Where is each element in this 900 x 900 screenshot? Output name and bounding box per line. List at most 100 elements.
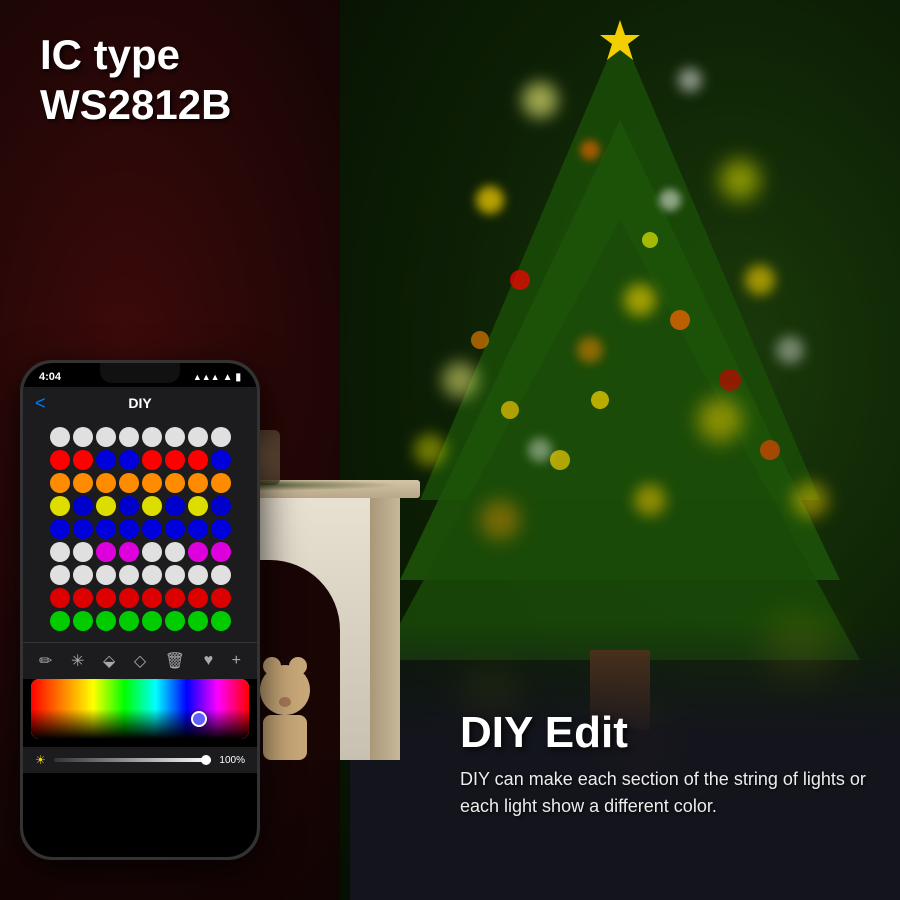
color-dot[interactable] xyxy=(73,542,93,562)
color-dot[interactable] xyxy=(142,542,162,562)
ic-type-section: IC type WS2812B xyxy=(40,30,231,131)
color-dot[interactable] xyxy=(165,427,185,447)
color-dot[interactable] xyxy=(142,473,162,493)
app-title: DIY xyxy=(128,395,151,411)
phone-screen: 4:04 ▲▲▲ ▲ ▮ < DIY ✏ ✳ ⬙ ◇ xyxy=(23,363,257,857)
color-dot[interactable] xyxy=(96,542,116,562)
color-dot[interactable] xyxy=(96,565,116,585)
color-dot[interactable] xyxy=(165,496,185,516)
color-dot[interactable] xyxy=(165,450,185,470)
color-dot[interactable] xyxy=(50,450,70,470)
brightness-value: 100% xyxy=(219,755,245,766)
color-dot[interactable] xyxy=(119,450,139,470)
diy-section: DIY Edit DIY can make each section of th… xyxy=(460,708,880,820)
color-dot[interactable] xyxy=(50,588,70,608)
color-picker[interactable] xyxy=(31,679,249,739)
color-dot[interactable] xyxy=(211,473,231,493)
delete-tool[interactable]: 🗑 xyxy=(165,651,185,671)
color-dot[interactable] xyxy=(73,473,93,493)
color-dot[interactable] xyxy=(211,565,231,585)
color-dot[interactable] xyxy=(73,496,93,516)
color-dot[interactable] xyxy=(188,450,208,470)
diamond-tool[interactable]: ◇ xyxy=(134,651,146,671)
add-tool[interactable]: + xyxy=(232,652,241,670)
color-dot[interactable] xyxy=(211,588,231,608)
color-dot[interactable] xyxy=(96,588,116,608)
color-dot[interactable] xyxy=(50,519,70,539)
color-dot[interactable] xyxy=(165,565,185,585)
color-dot[interactable] xyxy=(165,473,185,493)
color-dot[interactable] xyxy=(73,519,93,539)
color-dot[interactable] xyxy=(73,611,93,631)
color-dot[interactable] xyxy=(188,542,208,562)
color-dot[interactable] xyxy=(73,565,93,585)
color-dot[interactable] xyxy=(50,611,70,631)
color-dot[interactable] xyxy=(119,519,139,539)
color-dot[interactable] xyxy=(142,565,162,585)
pencil-tool[interactable]: ✏ xyxy=(39,651,52,671)
battery-icon: ▮ xyxy=(235,372,241,383)
color-dot[interactable] xyxy=(119,565,139,585)
color-dot[interactable] xyxy=(73,450,93,470)
color-dot[interactable] xyxy=(188,473,208,493)
bucket-tool[interactable]: ⬙ xyxy=(103,651,115,671)
color-dot[interactable] xyxy=(142,611,162,631)
color-dot[interactable] xyxy=(211,496,231,516)
color-dot[interactable] xyxy=(211,542,231,562)
color-dot[interactable] xyxy=(73,427,93,447)
ic-model-label: WS2812B xyxy=(40,80,231,130)
color-spectrum xyxy=(31,679,249,739)
color-dot[interactable] xyxy=(119,427,139,447)
color-dot[interactable] xyxy=(188,496,208,516)
color-dot[interactable] xyxy=(119,496,139,516)
color-dot[interactable] xyxy=(96,611,116,631)
color-dot[interactable] xyxy=(96,496,116,516)
color-dot[interactable] xyxy=(188,519,208,539)
color-dot[interactable] xyxy=(119,542,139,562)
wand-tool[interactable]: ✳ xyxy=(71,651,84,671)
color-cursor xyxy=(191,711,207,727)
color-row xyxy=(31,565,249,585)
color-dot[interactable] xyxy=(211,427,231,447)
color-dot[interactable] xyxy=(211,611,231,631)
back-button[interactable]: < xyxy=(35,393,46,414)
color-dot[interactable] xyxy=(142,496,162,516)
color-dot[interactable] xyxy=(165,588,185,608)
phone-mockup: 4:04 ▲▲▲ ▲ ▮ < DIY ✏ ✳ ⬙ ◇ xyxy=(20,360,260,860)
color-dot[interactable] xyxy=(50,542,70,562)
brightness-track[interactable] xyxy=(54,758,212,762)
color-dot[interactable] xyxy=(119,588,139,608)
color-grid xyxy=(23,419,257,642)
color-dot[interactable] xyxy=(119,611,139,631)
color-dot[interactable] xyxy=(211,519,231,539)
wifi-icon: ▲ xyxy=(223,372,233,383)
phone-body: 4:04 ▲▲▲ ▲ ▮ < DIY ✏ ✳ ⬙ ◇ xyxy=(20,360,260,860)
color-dot[interactable] xyxy=(142,588,162,608)
color-dot[interactable] xyxy=(96,450,116,470)
color-dot[interactable] xyxy=(96,427,116,447)
color-dot[interactable] xyxy=(119,473,139,493)
color-dot[interactable] xyxy=(142,519,162,539)
color-dot[interactable] xyxy=(50,565,70,585)
color-row xyxy=(31,496,249,516)
color-dot[interactable] xyxy=(188,588,208,608)
color-dot[interactable] xyxy=(50,427,70,447)
color-dot[interactable] xyxy=(188,565,208,585)
heart-tool[interactable]: ♥ xyxy=(204,652,214,670)
color-dot[interactable] xyxy=(188,427,208,447)
color-dot[interactable] xyxy=(165,519,185,539)
color-dot[interactable] xyxy=(73,588,93,608)
color-dot[interactable] xyxy=(96,519,116,539)
color-dot[interactable] xyxy=(142,450,162,470)
toolbar: ✏ ✳ ⬙ ◇ 🗑 ♥ + xyxy=(23,642,257,679)
color-dot[interactable] xyxy=(165,542,185,562)
color-dot[interactable] xyxy=(165,611,185,631)
color-dot[interactable] xyxy=(50,473,70,493)
brightness-bar: ☀ 100% xyxy=(23,747,257,773)
color-dot[interactable] xyxy=(50,496,70,516)
color-dot[interactable] xyxy=(211,450,231,470)
color-dot[interactable] xyxy=(96,473,116,493)
status-icons: ▲▲▲ ▲ ▮ xyxy=(193,372,241,383)
color-dot[interactable] xyxy=(188,611,208,631)
color-dot[interactable] xyxy=(142,427,162,447)
